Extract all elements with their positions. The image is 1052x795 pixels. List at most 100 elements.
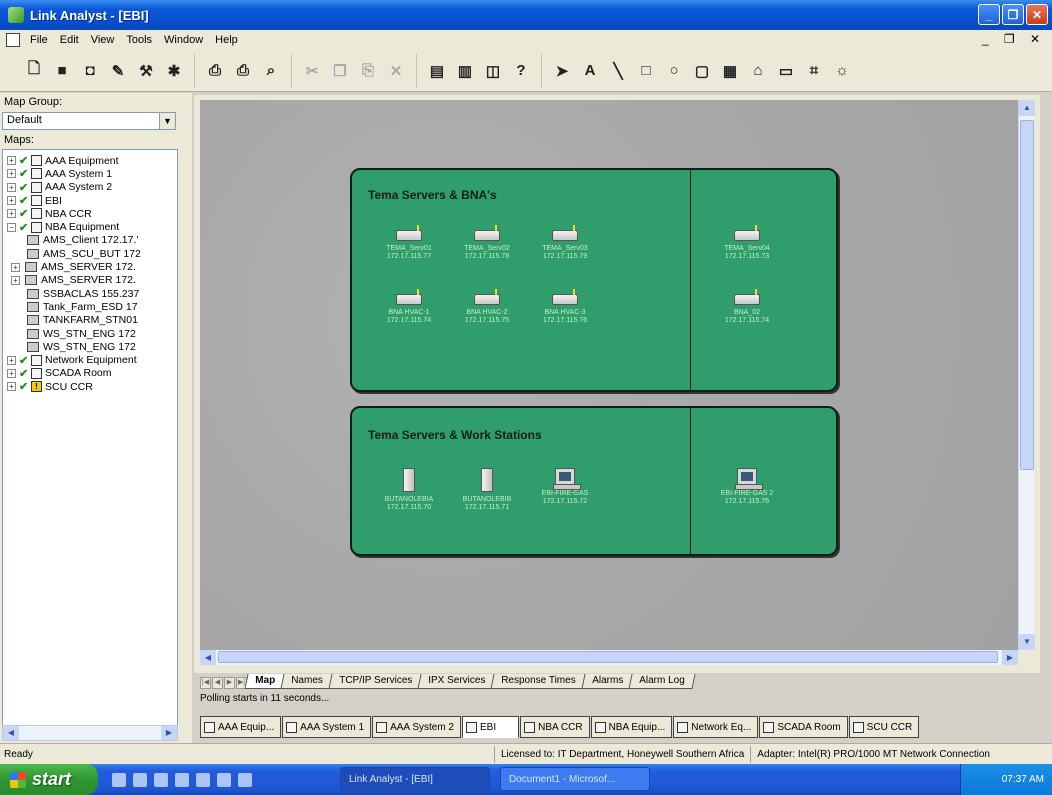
clock[interactable]: 07:37 AM (1002, 774, 1044, 785)
maximize-button[interactable]: ❐ (1002, 4, 1024, 25)
network-device[interactable]: BNA_02 172.17.115.74 (712, 289, 782, 325)
window-tab[interactable]: EBI (462, 716, 520, 738)
expand-toggle-icon[interactable]: + (7, 169, 16, 179)
mdi-window-controls[interactable]: _ ❐ ✕ (982, 32, 1046, 46)
tree-item[interactable]: + ✔! SCU CCR (3, 380, 177, 393)
panel-icon[interactable]: ▭ (774, 59, 798, 83)
network-device[interactable]: TEMA_Serv02 172.17.115.78 (452, 225, 522, 261)
tree-item[interactable]: + ✔ AAA System 1 (3, 167, 177, 180)
tree-item[interactable]: + ✔ Network Equipment (3, 353, 177, 367)
map-canvas[interactable]: Tema Servers & BNA's TEMA_Serv01 172.17.11… (200, 100, 1018, 650)
network-device[interactable]: EBI-FIRE-GAS 2 172.17.115.76 (712, 468, 782, 506)
tree-item[interactable]: + ✔ EBI (3, 194, 177, 207)
layout1-icon[interactable]: ▤ (425, 59, 449, 83)
menu-view[interactable]: View (85, 34, 121, 46)
next-tab-icon[interactable]: ▶ (224, 677, 235, 689)
expand-toggle-icon[interactable]: + (7, 368, 16, 378)
grid-icon[interactable]: ⌗ (802, 59, 826, 83)
minimize-button[interactable]: _ (978, 4, 1000, 25)
device-group-panel[interactable]: Tema Servers & Work Stations BUTANOLEBIA 1… (350, 406, 838, 556)
calc-icon[interactable] (217, 772, 231, 787)
menu-edit[interactable]: Edit (54, 34, 85, 46)
properties-icon[interactable]: ? (509, 59, 533, 83)
tree-item[interactable]: − ✔ NBA Equipment (3, 220, 177, 234)
network-device[interactable]: TEMA_Serv03 172.17.115.79 (530, 225, 600, 261)
save-icon[interactable]: ■ (50, 59, 74, 83)
menu-help[interactable]: Help (209, 34, 244, 46)
tools-icon[interactable]: ⚒ (134, 59, 158, 83)
line-icon[interactable]: ╲ (606, 59, 630, 83)
first-tab-icon[interactable]: |◀ (200, 677, 211, 689)
sheet-tab[interactable]: Map (244, 674, 286, 689)
print-preview-icon[interactable]: ⌕ (259, 59, 283, 83)
expand-toggle-icon[interactable]: + (11, 262, 20, 272)
taskbar-button[interactable]: Document1 - Microsof... (500, 767, 650, 791)
scroll-up-icon[interactable]: ▲ (1019, 100, 1035, 116)
map-group-dropdown[interactable]: Default ▼ (2, 112, 176, 130)
app-icon[interactable] (196, 772, 210, 787)
network-device[interactable]: TEMA_Serv04 172.17.115.73 (712, 225, 782, 261)
network-device[interactable]: BUTANOLEBIA 172.17.115.70 (374, 468, 444, 512)
menu-tools[interactable]: Tools (120, 34, 158, 46)
map-vertical-scrollbar[interactable]: ▲ ▼ (1018, 100, 1035, 650)
scroll-left-icon[interactable]: ◀ (3, 726, 19, 740)
tree-item[interactable]: SSBACLAS 155.237 (3, 287, 177, 300)
window-tab[interactable]: AAA System 1 (282, 716, 372, 738)
window-icon[interactable] (238, 772, 252, 787)
rounded-rect-icon[interactable]: ▢ (690, 59, 714, 83)
app-icon[interactable] (175, 772, 189, 787)
network-device[interactable]: BNA HVAC-1 172.17.115.74 (374, 289, 444, 325)
expand-toggle-icon[interactable]: + (7, 182, 16, 192)
taskbar-button[interactable]: Link Analyst - [EBI] (340, 767, 490, 791)
tree-item[interactable]: + ✔ NBA CCR (3, 207, 177, 220)
menu-window[interactable]: Window (158, 34, 209, 46)
print-icon[interactable]: ⎙ (231, 59, 255, 83)
tree-item[interactable]: + ✔ AAA System 2 (3, 181, 177, 194)
ie-icon[interactable] (112, 772, 126, 787)
wand-icon[interactable]: ✎ (106, 59, 130, 83)
expand-toggle-icon[interactable]: + (7, 209, 16, 219)
text-icon[interactable]: A (578, 59, 602, 83)
expand-toggle-icon[interactable]: + (11, 275, 20, 285)
tree-item[interactable]: WS_STN_ENG 172 (3, 340, 177, 353)
sheet-tab[interactable]: TCP/IP Services (328, 674, 423, 689)
delete-icon[interactable]: ✕ (384, 59, 408, 83)
new-icon[interactable]: 🗋 (22, 59, 46, 83)
tree-item[interactable]: TANKFARM_STN01 (3, 314, 177, 327)
tree-item[interactable]: Tank_Farm_ESD 17 (3, 300, 177, 313)
rectangle-icon[interactable]: □ (634, 59, 658, 83)
sheet-tab[interactable]: Alarms (580, 674, 634, 689)
expand-toggle-icon[interactable]: + (7, 156, 16, 166)
pointer-icon[interactable]: ➤ (550, 59, 574, 83)
ellipse-icon[interactable]: ○ (662, 59, 686, 83)
outlook-icon[interactable] (133, 772, 147, 787)
network-device[interactable]: BNA HVAC-3 172.17.115.76 (530, 289, 600, 325)
tree-horizontal-scrollbar[interactable]: ◀ ▶ (2, 725, 178, 741)
open-icon[interactable]: ◘ (78, 59, 102, 83)
tree-item[interactable]: AMS_Client 172.17.' (3, 234, 177, 247)
network-device[interactable]: BNA HVAC-2 172.17.115.75 (452, 289, 522, 325)
cut-icon[interactable]: ✂ (300, 59, 324, 83)
copy-icon[interactable]: ❐ (328, 59, 352, 83)
sheet-tab[interactable]: Alarm Log (628, 674, 695, 689)
discover-icon[interactable]: ✱ (162, 59, 186, 83)
map-horizontal-scrollbar[interactable]: ◀ ▶ (200, 650, 1018, 665)
scroll-left-icon[interactable]: ◀ (200, 650, 216, 665)
window-tab[interactable]: AAA System 2 (372, 716, 461, 738)
paste-icon[interactable]: ⎘ (356, 59, 380, 83)
layout3-icon[interactable]: ◫ (481, 59, 505, 83)
tree-item[interactable]: WS_STN_ENG 172 (3, 327, 177, 340)
window-tab[interactable]: SCADA Room (759, 716, 848, 738)
tree-item[interactable]: + AMS_SERVER 172. (3, 274, 177, 287)
expand-toggle-icon[interactable]: + (7, 355, 16, 365)
window-tab[interactable]: Network Eq... (673, 716, 759, 738)
start-button[interactable]: start (0, 764, 98, 795)
network-device[interactable]: TEMA_Serv01 172.17.115.77 (374, 225, 444, 261)
prev-tab-icon[interactable]: ◀ (212, 677, 223, 689)
scroll-right-icon[interactable]: ▶ (1002, 650, 1018, 665)
tree-item[interactable]: + AMS_SERVER 172. (3, 260, 177, 273)
horizontal-scroll-thumb[interactable] (218, 651, 998, 663)
close-button[interactable]: ✕ (1026, 4, 1048, 25)
tree-item[interactable]: AMS_SCU_BUT 172 (3, 247, 177, 260)
window-tab[interactable]: NBA CCR (520, 716, 590, 738)
